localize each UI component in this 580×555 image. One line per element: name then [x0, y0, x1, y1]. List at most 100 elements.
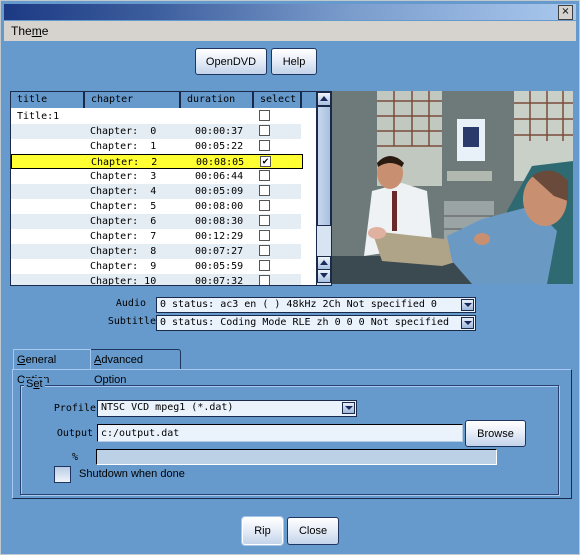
close-button[interactable]: Close	[287, 517, 339, 545]
profile-selected-value: NTSC VCD mpeg1 (*.dat)	[101, 402, 234, 413]
chapter-cell: Chapter: 0	[90, 126, 157, 137]
close-window-button[interactable]: ×	[558, 5, 573, 20]
chapter-select-checkbox[interactable]	[259, 215, 270, 226]
profile-dropdown-button[interactable]	[342, 402, 355, 414]
browse-button[interactable]: Browse	[465, 420, 526, 447]
chapter-row[interactable]: Chapter: 10 00:07:32	[11, 274, 301, 286]
chapter-row[interactable]: Chapter: 6 00:08:30	[11, 214, 301, 229]
output-path-input[interactable]	[97, 424, 463, 442]
chapter-select-checkbox[interactable]	[259, 125, 270, 136]
duration-cell: 00:07:32	[195, 276, 244, 286]
chapter-row[interactable]: Chapter: 3 00:06:44	[11, 169, 301, 184]
shutdown-label[interactable]: Shutdown when done	[79, 468, 185, 480]
chapter-select-checkbox[interactable]	[259, 170, 270, 181]
duration-cell: 00:12:29	[195, 231, 244, 242]
column-header-select[interactable]: select	[254, 92, 302, 108]
chapter-select-checkbox[interactable]	[259, 230, 270, 241]
tab-general-option[interactable]: General Option	[13, 349, 91, 386]
chapter-row[interactable]: Chapter: 7 00:12:29	[11, 229, 301, 244]
duration-cell: 00:08:05	[196, 157, 245, 168]
chapter-cell: Chapter: 3	[90, 171, 157, 182]
chapter-select-checkbox[interactable]	[259, 245, 270, 256]
list-scrollbar[interactable]	[316, 92, 331, 285]
arrow-up-icon	[320, 260, 328, 265]
percent-label: %	[71, 452, 78, 463]
duration-cell: 00:07:27	[195, 246, 244, 257]
scroll-thumb[interactable]	[317, 106, 331, 226]
arrow-up-icon	[320, 96, 328, 101]
chapter-select-checkbox[interactable]	[259, 260, 270, 271]
profile-dropdown[interactable]: NTSC VCD mpeg1 (*.dat)	[97, 400, 357, 417]
duration-cell: 00:05:59	[195, 261, 244, 272]
audio-label: Audio	[115, 298, 146, 309]
column-header-title[interactable]: title	[11, 92, 85, 108]
duration-cell: 00:00:37	[195, 126, 244, 137]
scroll-up-button[interactable]	[317, 92, 331, 106]
title-bar[interactable]: ×	[4, 4, 576, 20]
chevron-down-icon	[463, 303, 472, 307]
subtitle-dropdown-button[interactable]	[461, 317, 474, 329]
subtitle-selected-value: 0 status: Coding Mode RLE zh 0 0 0 Not s…	[160, 317, 449, 328]
column-header-duration[interactable]: duration	[181, 92, 254, 108]
video-frame-image	[332, 91, 573, 284]
open-dvd-button[interactable]: OpenDVD	[195, 48, 267, 75]
duration-cell: 00:08:30	[195, 216, 244, 227]
chapter-select-checkbox[interactable]: ✔	[260, 156, 271, 167]
audio-dropdown[interactable]: 0 status: ac3 en ( ) 48kHz 2Ch Not speci…	[156, 297, 476, 313]
duration-cell: 00:06:44	[195, 171, 244, 182]
scroll-page-up-button[interactable]	[317, 256, 331, 270]
profile-label: Profile	[53, 403, 96, 414]
subtitle-label: Subtitle	[107, 316, 156, 327]
arrow-down-icon	[320, 273, 328, 278]
chapter-select-checkbox[interactable]	[259, 200, 270, 211]
chapter-select-checkbox[interactable]	[259, 140, 270, 151]
chapter-list: title chapter duration select Title:1 Ch…	[10, 91, 332, 286]
set-title-post: t	[39, 378, 43, 390]
tab-general-mnemonic: G	[17, 354, 26, 366]
chapter-cell: Chapter: 9	[90, 261, 157, 272]
title-cell: Title:1	[17, 111, 60, 122]
chapter-row[interactable]: Chapter: 4 00:05:09	[11, 184, 301, 199]
scroll-down-button[interactable]	[317, 269, 331, 283]
tab-advanced-option[interactable]: Advanced Option	[91, 349, 181, 386]
chapter-cell: Chapter: 6	[90, 216, 157, 227]
chapter-cell: Chapter: 1	[90, 141, 157, 152]
chapter-select-checkbox[interactable]	[259, 275, 270, 285]
subtitle-dropdown[interactable]: 0 status: Coding Mode RLE zh 0 0 0 Not s…	[156, 315, 476, 331]
chapter-cell: Chapter: 5	[90, 201, 157, 212]
chapter-cell: Chapter: 7	[90, 231, 157, 242]
menu-theme-mnemonic: m	[31, 24, 42, 38]
column-header-chapter[interactable]: chapter	[85, 92, 181, 108]
rip-button[interactable]: Rip	[242, 517, 283, 545]
title-row[interactable]: Title:1	[11, 109, 301, 124]
chapter-select-checkbox[interactable]	[259, 185, 270, 196]
audio-dropdown-button[interactable]	[461, 299, 474, 311]
close-icon: ×	[561, 6, 570, 17]
chevron-down-icon	[463, 321, 472, 325]
audio-selected-value: 0 status: ac3 en ( ) 48kHz 2Ch Not speci…	[160, 299, 437, 310]
chapter-cell: Chapter: 8	[90, 246, 157, 257]
menu-theme[interactable]: Theme	[11, 24, 48, 38]
chapter-row[interactable]: Chapter: 2 00:08:05 ✔	[11, 154, 303, 169]
chapter-row[interactable]: Chapter: 0 00:00:37	[11, 124, 301, 139]
menu-theme-label-pre: The	[11, 24, 32, 38]
chapter-cell: Chapter: 2	[91, 157, 158, 168]
menu-bar: Theme	[4, 21, 576, 41]
progress-bar	[96, 449, 497, 465]
help-button[interactable]: Help	[271, 48, 317, 75]
chapter-row[interactable]: Chapter: 8 00:07:27	[11, 244, 301, 259]
list-header: title chapter duration select	[11, 92, 316, 108]
duration-cell: 00:05:22	[195, 141, 244, 152]
chapter-cell: Chapter: 4	[90, 186, 157, 197]
chapter-cell: Chapter: 10	[90, 276, 157, 286]
chevron-down-icon	[344, 406, 353, 410]
shutdown-checkbox[interactable]	[54, 466, 71, 483]
output-label: Output	[56, 428, 93, 439]
chapter-row[interactable]: Chapter: 9 00:05:59	[11, 259, 301, 274]
title-select-checkbox[interactable]	[259, 110, 270, 121]
chapter-row[interactable]: Chapter: 5 00:08:00	[11, 199, 301, 214]
video-preview	[332, 91, 573, 284]
set-group-title: Set	[24, 378, 45, 390]
menu-theme-label-post: e	[41, 24, 49, 38]
chapter-row[interactable]: Chapter: 1 00:05:22	[11, 139, 301, 154]
